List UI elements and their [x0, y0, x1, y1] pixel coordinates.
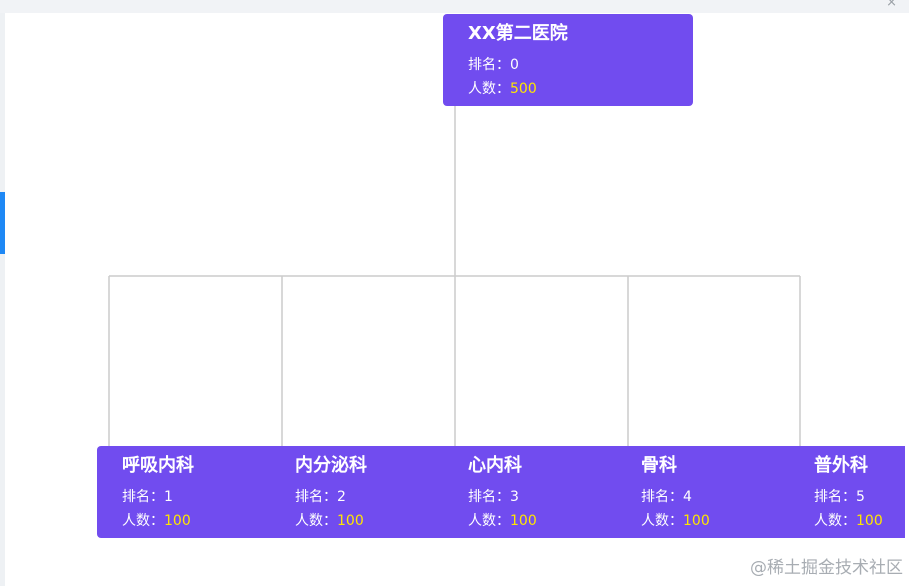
root-node[interactable]: XX第二医院 排名：0 人数：500 — [443, 14, 693, 106]
child-node-rank: 排名：5 — [814, 485, 883, 509]
child-node-endocrine[interactable]: 内分泌科 排名：2 人数：100 — [295, 454, 367, 533]
child-nodes-strip: 呼吸内科 排名：1 人数：100 内分泌科 排名：2 人数：100 心内科 排名… — [97, 446, 905, 538]
root-node-count: 人数：500 — [468, 77, 693, 101]
child-node-cardiology[interactable]: 心内科 排名：3 人数：100 — [468, 454, 537, 533]
child-node-respiratory[interactable]: 呼吸内科 排名：1 人数：100 — [122, 454, 194, 533]
rank-value: 4 — [683, 489, 692, 505]
child-node-count: 人数：100 — [295, 509, 367, 533]
count-value: 500 — [510, 81, 537, 97]
count-label: 人数： — [814, 513, 856, 529]
child-node-count: 人数：100 — [468, 509, 537, 533]
rank-label: 排名： — [814, 489, 856, 505]
child-node-rank: 排名：1 — [122, 485, 194, 509]
rank-value: 5 — [856, 489, 865, 505]
count-label: 人数： — [468, 513, 510, 529]
child-node-rank: 排名：3 — [468, 485, 537, 509]
child-node-rank: 排名：4 — [641, 485, 710, 509]
count-label: 人数： — [468, 81, 510, 97]
watermark: @稀土掘金技术社区 — [750, 558, 903, 578]
child-node-title: 内分泌科 — [295, 455, 367, 476]
rank-value: 2 — [337, 489, 346, 505]
child-node-count: 人数：100 — [814, 509, 883, 533]
count-label: 人数： — [295, 513, 337, 529]
count-value: 100 — [510, 513, 537, 529]
child-node-general-surgery[interactable]: 普外科 排名：5 人数：100 — [814, 454, 883, 533]
root-node-rank: 排名：0 — [468, 53, 693, 77]
rank-value: 1 — [164, 489, 173, 505]
child-node-title: 呼吸内科 — [122, 455, 194, 476]
count-label: 人数： — [641, 513, 683, 529]
root-node-title: XX第二医院 — [468, 23, 568, 44]
child-node-count: 人数：100 — [641, 509, 710, 533]
child-node-title: 骨科 — [641, 455, 677, 476]
rank-label: 排名： — [468, 57, 510, 73]
child-node-title: 心内科 — [468, 455, 522, 476]
rank-label: 排名： — [295, 489, 337, 505]
count-value: 100 — [856, 513, 883, 529]
count-value: 100 — [164, 513, 191, 529]
count-value: 100 — [683, 513, 710, 529]
rank-value: 0 — [510, 57, 519, 73]
child-node-orthopedics[interactable]: 骨科 排名：4 人数：100 — [641, 454, 710, 533]
rank-label: 排名： — [468, 489, 510, 505]
count-value: 100 — [337, 513, 364, 529]
count-label: 人数： — [122, 513, 164, 529]
rank-label: 排名： — [122, 489, 164, 505]
rank-label: 排名： — [641, 489, 683, 505]
child-node-count: 人数：100 — [122, 509, 194, 533]
child-node-rank: 排名：2 — [295, 485, 367, 509]
child-node-title: 普外科 — [814, 455, 868, 476]
rank-value: 3 — [510, 489, 519, 505]
